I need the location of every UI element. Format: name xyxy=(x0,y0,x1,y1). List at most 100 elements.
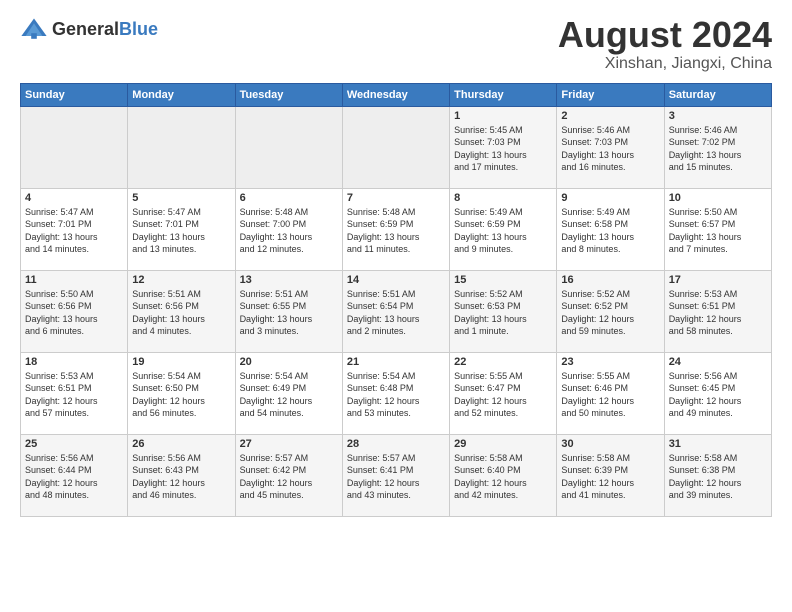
calendar-cell xyxy=(128,106,235,188)
day-info: Sunrise: 5:50 AM Sunset: 6:57 PM Dayligh… xyxy=(669,206,767,256)
weekday-header-monday: Monday xyxy=(128,83,235,106)
weekday-header-thursday: Thursday xyxy=(450,83,557,106)
weekday-row: SundayMondayTuesdayWednesdayThursdayFrid… xyxy=(21,83,772,106)
weekday-header-tuesday: Tuesday xyxy=(235,83,342,106)
day-info: Sunrise: 5:51 AM Sunset: 6:56 PM Dayligh… xyxy=(132,288,230,338)
calendar-cell: 4 Sunrise: 5:47 AM Sunset: 7:01 PM Daylig… xyxy=(21,188,128,270)
calendar-cell: 21Sunrise: 5:54 AM Sunset: 6:48 PM Dayli… xyxy=(342,352,449,434)
day-number: 11 xyxy=(25,274,123,286)
calendar-body: 1Sunrise: 5:45 AM Sunset: 7:03 PM Daylig… xyxy=(21,106,772,516)
calendar-cell: 3Sunrise: 5:46 AM Sunset: 7:02 PM Daylig… xyxy=(664,106,771,188)
day-number: 4 xyxy=(25,192,123,204)
calendar-cell xyxy=(342,106,449,188)
day-number: 6 xyxy=(240,192,338,204)
day-number: 2 xyxy=(561,110,659,122)
day-info: Sunrise: 5:56 AM Sunset: 6:43 PM Dayligh… xyxy=(132,452,230,502)
day-number: 27 xyxy=(240,438,338,450)
calendar-cell: 31 Sunrise: 5:58 AM Sunset: 6:38 PM Dayli… xyxy=(664,434,771,516)
day-info: Sunrise: 5:46 AM Sunset: 7:02 PM Dayligh… xyxy=(669,124,767,174)
calendar-cell: 25 Sunrise: 5:56 AM Sunset: 6:44 PM Dayli… xyxy=(21,434,128,516)
day-info: Sunrise: 5:47 AM Sunset: 7:01 PM Dayligh… xyxy=(132,206,230,256)
day-info: Sunrise: 5:56 AM Sunset: 6:45 PM Dayligh… xyxy=(669,370,767,420)
day-number: 22 xyxy=(454,356,552,368)
day-info: Sunrise: 5:50 AM Sunset: 6:56 PM Dayligh… xyxy=(25,288,123,338)
day-info: Sunrise: 5:51 AM Sunset: 6:55 PM Dayligh… xyxy=(240,288,338,338)
day-number: 20 xyxy=(240,356,338,368)
calendar-cell: 29 Sunrise: 5:58 AM Sunset: 6:40 PM Dayli… xyxy=(450,434,557,516)
day-number: 26 xyxy=(132,438,230,450)
day-info: Sunrise: 5:49 AM Sunset: 6:59 PM Dayligh… xyxy=(454,206,552,256)
calendar-cell: 5 Sunrise: 5:47 AM Sunset: 7:01 PM Daylig… xyxy=(128,188,235,270)
weekday-header-sunday: Sunday xyxy=(21,83,128,106)
calendar-week-row: 11 Sunrise: 5:50 AM Sunset: 6:56 PM Dayli… xyxy=(21,270,772,352)
day-info: Sunrise: 5:58 AM Sunset: 6:39 PM Dayligh… xyxy=(561,452,659,502)
logo: GeneralBlue xyxy=(20,15,158,43)
day-info: Sunrise: 5:49 AM Sunset: 6:58 PM Dayligh… xyxy=(561,206,659,256)
day-info: Sunrise: 5:57 AM Sunset: 6:41 PM Dayligh… xyxy=(347,452,445,502)
calendar-table: SundayMondayTuesdayWednesdayThursdayFrid… xyxy=(20,83,772,517)
day-info: Sunrise: 5:58 AM Sunset: 6:38 PM Dayligh… xyxy=(669,452,767,502)
day-number: 12 xyxy=(132,274,230,286)
day-number: 24 xyxy=(669,356,767,368)
day-info: Sunrise: 5:52 AM Sunset: 6:53 PM Dayligh… xyxy=(454,288,552,338)
weekday-header-wednesday: Wednesday xyxy=(342,83,449,106)
calendar-page: GeneralBlue August 2024 Xinshan, Jiangxi… xyxy=(0,0,792,527)
calendar-cell: 27Sunrise: 5:57 AM Sunset: 6:42 PM Dayli… xyxy=(235,434,342,516)
day-number: 8 xyxy=(454,192,552,204)
calendar-cell: 7Sunrise: 5:48 AM Sunset: 6:59 PM Daylig… xyxy=(342,188,449,270)
calendar-week-row: 18 Sunrise: 5:53 AM Sunset: 6:51 PM Dayli… xyxy=(21,352,772,434)
location-title: Xinshan, Jiangxi, China xyxy=(558,55,772,73)
day-number: 5 xyxy=(132,192,230,204)
title-block: August 2024 Xinshan, Jiangxi, China xyxy=(558,15,772,73)
day-number: 15 xyxy=(454,274,552,286)
day-info: Sunrise: 5:58 AM Sunset: 6:40 PM Dayligh… xyxy=(454,452,552,502)
day-info: Sunrise: 5:47 AM Sunset: 7:01 PM Dayligh… xyxy=(25,206,123,256)
day-info: Sunrise: 5:53 AM Sunset: 6:51 PM Dayligh… xyxy=(25,370,123,420)
day-number: 30 xyxy=(561,438,659,450)
weekday-header-saturday: Saturday xyxy=(664,83,771,106)
day-number: 28 xyxy=(347,438,445,450)
day-info: Sunrise: 5:56 AM Sunset: 6:44 PM Dayligh… xyxy=(25,452,123,502)
day-number: 18 xyxy=(25,356,123,368)
calendar-cell: 9 Sunrise: 5:49 AM Sunset: 6:58 PM Daylig… xyxy=(557,188,664,270)
calendar-cell: 18 Sunrise: 5:53 AM Sunset: 6:51 PM Dayli… xyxy=(21,352,128,434)
calendar-cell: 15 Sunrise: 5:52 AM Sunset: 6:53 PM Dayli… xyxy=(450,270,557,352)
day-info: Sunrise: 5:45 AM Sunset: 7:03 PM Dayligh… xyxy=(454,124,552,174)
day-number: 31 xyxy=(669,438,767,450)
calendar-cell xyxy=(21,106,128,188)
day-info: Sunrise: 5:54 AM Sunset: 6:50 PM Dayligh… xyxy=(132,370,230,420)
day-number: 23 xyxy=(561,356,659,368)
day-number: 16 xyxy=(561,274,659,286)
calendar-cell: 13Sunrise: 5:51 AM Sunset: 6:55 PM Dayli… xyxy=(235,270,342,352)
day-info: Sunrise: 5:48 AM Sunset: 7:00 PM Dayligh… xyxy=(240,206,338,256)
calendar-cell: 28 Sunrise: 5:57 AM Sunset: 6:41 PM Dayli… xyxy=(342,434,449,516)
day-info: Sunrise: 5:46 AM Sunset: 7:03 PM Dayligh… xyxy=(561,124,659,174)
day-info: Sunrise: 5:55 AM Sunset: 6:46 PM Dayligh… xyxy=(561,370,659,420)
day-info: Sunrise: 5:54 AM Sunset: 6:49 PM Dayligh… xyxy=(240,370,338,420)
logo-general: General xyxy=(52,19,119,39)
day-number: 19 xyxy=(132,356,230,368)
day-number: 29 xyxy=(454,438,552,450)
day-number: 10 xyxy=(669,192,767,204)
day-number: 17 xyxy=(669,274,767,286)
calendar-header: SundayMondayTuesdayWednesdayThursdayFrid… xyxy=(21,83,772,106)
calendar-cell: 1Sunrise: 5:45 AM Sunset: 7:03 PM Daylig… xyxy=(450,106,557,188)
calendar-cell: 17Sunrise: 5:53 AM Sunset: 6:51 PM Dayli… xyxy=(664,270,771,352)
calendar-cell: 8 Sunrise: 5:49 AM Sunset: 6:59 PM Daylig… xyxy=(450,188,557,270)
day-number: 25 xyxy=(25,438,123,450)
calendar-cell: 2 Sunrise: 5:46 AM Sunset: 7:03 PM Daylig… xyxy=(557,106,664,188)
calendar-cell: 30 Sunrise: 5:58 AM Sunset: 6:39 PM Dayli… xyxy=(557,434,664,516)
calendar-week-row: 1Sunrise: 5:45 AM Sunset: 7:03 PM Daylig… xyxy=(21,106,772,188)
calendar-cell: 12 Sunrise: 5:51 AM Sunset: 6:56 PM Dayli… xyxy=(128,270,235,352)
calendar-cell: 16 Sunrise: 5:52 AM Sunset: 6:52 PM Dayli… xyxy=(557,270,664,352)
calendar-cell xyxy=(235,106,342,188)
logo-icon xyxy=(20,15,48,43)
calendar-cell: 22Sunrise: 5:55 AM Sunset: 6:47 PM Dayli… xyxy=(450,352,557,434)
calendar-cell: 6 Sunrise: 5:48 AM Sunset: 7:00 PM Daylig… xyxy=(235,188,342,270)
day-number: 9 xyxy=(561,192,659,204)
day-number: 7 xyxy=(347,192,445,204)
day-number: 21 xyxy=(347,356,445,368)
day-info: Sunrise: 5:52 AM Sunset: 6:52 PM Dayligh… xyxy=(561,288,659,338)
calendar-week-row: 25 Sunrise: 5:56 AM Sunset: 6:44 PM Dayli… xyxy=(21,434,772,516)
weekday-header-friday: Friday xyxy=(557,83,664,106)
